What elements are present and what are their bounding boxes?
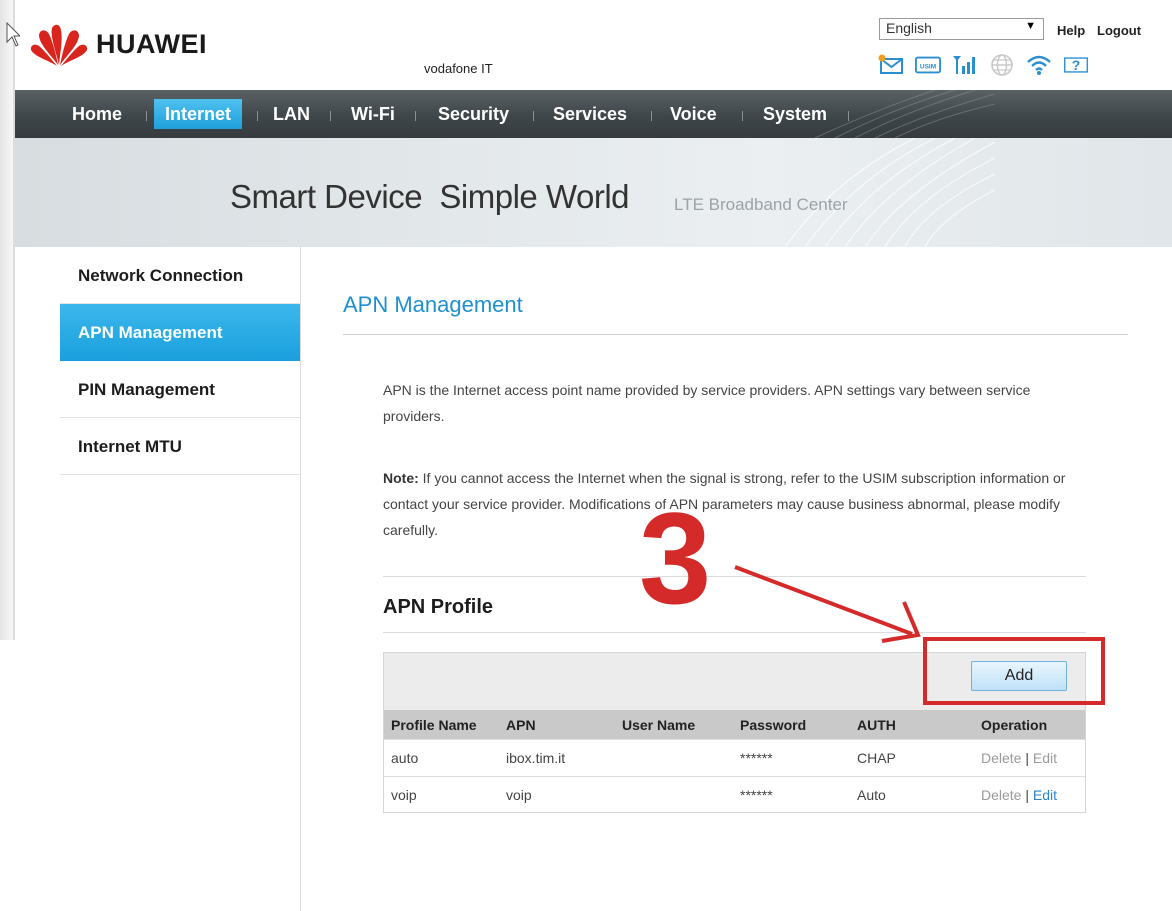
- nav-lan[interactable]: LAN: [273, 90, 310, 138]
- banner-subtitle: LTE Broadband Center: [674, 195, 848, 214]
- nav-security[interactable]: Security: [438, 90, 509, 138]
- intro-text: APN is the Internet access point name pr…: [383, 382, 1031, 424]
- col-profile-name: Profile Name: [384, 710, 499, 740]
- cell-password: ******: [733, 776, 850, 813]
- banner: Smart Device Simple World LTE Broadband …: [15, 138, 1172, 247]
- signal-icon[interactable]: [952, 52, 978, 78]
- nav-decoration: [814, 90, 995, 138]
- help-link[interactable]: Help: [1057, 23, 1085, 38]
- nav-internet[interactable]: Internet: [154, 99, 243, 129]
- sidebar-item-network-connection[interactable]: Network Connection: [60, 247, 300, 304]
- sidebar-item-pin-management[interactable]: PIN Management: [60, 361, 300, 418]
- edit-link[interactable]: Edit: [1033, 787, 1057, 803]
- nav-separator: [257, 111, 258, 121]
- section-title: APN Profile: [383, 596, 494, 618]
- section-divider: [383, 576, 1086, 577]
- annotation-step-number: 3: [639, 485, 712, 631]
- delete-link[interactable]: Delete: [981, 787, 1021, 803]
- cell-password: ******: [733, 739, 850, 777]
- page-title: APN Management: [343, 292, 523, 317]
- svg-text:?: ?: [1072, 57, 1080, 73]
- table-row: voip voip ****** Auto Delete | Edit: [384, 776, 1085, 813]
- annotation-highlight-box: [923, 637, 1105, 705]
- cell-user-name: [615, 739, 733, 777]
- window-edge: [0, 0, 13, 640]
- col-apn: APN: [499, 710, 615, 740]
- note-text: Note: If you cannot access the Internet …: [383, 465, 1093, 543]
- cell-auth: CHAP: [850, 739, 967, 777]
- cell-operation: Delete | Edit: [967, 776, 1085, 813]
- status-icons-bar: USIM ?: [878, 52, 1089, 78]
- cell-user-name: [615, 776, 733, 813]
- nav-home[interactable]: Home: [72, 90, 122, 138]
- globe-icon[interactable]: [989, 52, 1015, 78]
- main-nav: Home Internet LAN Wi-Fi Security Service…: [15, 90, 1172, 138]
- mail-icon[interactable]: [878, 52, 904, 78]
- dropdown-arrow-icon: ▼: [1025, 20, 1036, 32]
- section-title-divider: [383, 632, 1086, 633]
- nav-wifi[interactable]: Wi-Fi: [351, 90, 395, 138]
- sidebar-divider: [300, 247, 301, 911]
- table-row: auto ibox.tim.it ****** CHAP Delete | Ed…: [384, 739, 1085, 777]
- huawei-logo[interactable]: HUAWEI: [30, 22, 207, 66]
- table-header-row: Profile Name APN User Name Password AUTH…: [384, 710, 1085, 740]
- nav-services[interactable]: Services: [553, 90, 627, 138]
- col-password: Password: [733, 710, 850, 740]
- cell-operation: Delete | Edit: [967, 739, 1085, 777]
- sidebar-item-internet-mtu[interactable]: Internet MTU: [60, 418, 300, 475]
- nav-separator: [330, 111, 331, 121]
- cell-profile-name: voip: [384, 776, 499, 813]
- col-auth: AUTH: [850, 710, 967, 740]
- banner-slogan: Smart Device Simple World: [230, 178, 630, 215]
- nav-separator: [146, 111, 147, 121]
- note-label: Note:: [383, 470, 419, 486]
- edit-link[interactable]: Edit: [1033, 750, 1057, 766]
- banner-swirl: [784, 138, 995, 247]
- nav-voice[interactable]: Voice: [670, 90, 717, 138]
- operation-separator: |: [1025, 750, 1029, 766]
- cursor-icon: [6, 22, 20, 47]
- profile-table: Profile Name APN User Name Password AUTH…: [384, 710, 1085, 813]
- nav-separator: [533, 111, 534, 121]
- language-value: English: [886, 20, 932, 36]
- huawei-flower-icon: [30, 24, 88, 66]
- operation-separator: |: [1025, 787, 1029, 803]
- cell-auth: Auto: [850, 776, 967, 813]
- brand-name: HUAWEI: [96, 28, 207, 59]
- logout-link[interactable]: Logout: [1097, 23, 1141, 38]
- operator-name: vodafone IT: [424, 61, 493, 76]
- cell-apn: ibox.tim.it: [499, 739, 615, 777]
- cell-profile-name: auto: [384, 739, 499, 777]
- col-user-name: User Name: [615, 710, 733, 740]
- cell-apn: voip: [499, 776, 615, 813]
- usim-icon[interactable]: USIM: [915, 52, 941, 78]
- language-select[interactable]: English ▼: [879, 18, 1044, 40]
- nav-separator: [415, 111, 416, 121]
- col-operation: Operation: [967, 710, 1085, 740]
- sidebar-item-apn-management[interactable]: APN Management: [60, 304, 300, 361]
- note-body: If you cannot access the Internet when t…: [383, 470, 1066, 538]
- svg-text:USIM: USIM: [920, 64, 936, 71]
- title-divider: [343, 334, 1128, 335]
- delete-link[interactable]: Delete: [981, 750, 1021, 766]
- sidebar: Network Connection APN Management PIN Ma…: [60, 247, 300, 475]
- nav-separator: [742, 111, 743, 121]
- help-icon[interactable]: ?: [1063, 52, 1089, 78]
- nav-separator: [651, 111, 652, 121]
- wifi-icon[interactable]: [1026, 52, 1052, 78]
